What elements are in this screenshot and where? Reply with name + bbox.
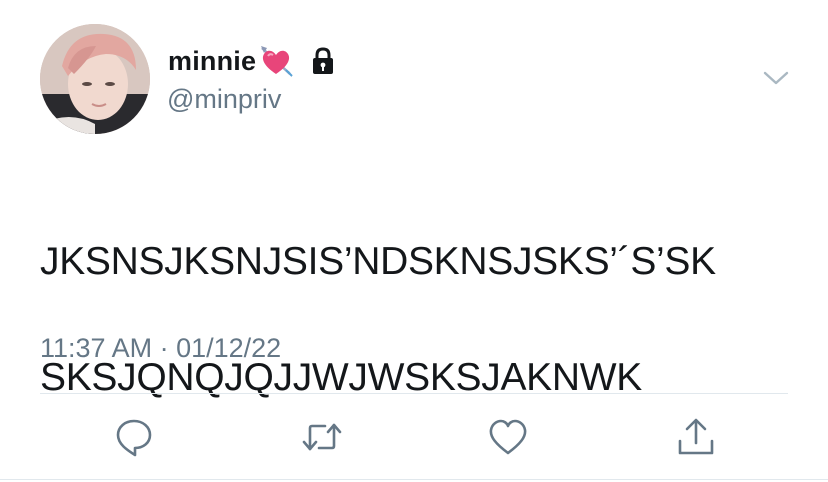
heart-with-arrow-icon [258, 44, 294, 78]
display-name[interactable]: minnie [168, 46, 256, 77]
lock-icon [308, 46, 338, 76]
avatar[interactable] [40, 24, 150, 134]
like-button[interactable] [486, 415, 530, 459]
retweet-button[interactable] [300, 415, 344, 459]
avatar-image [40, 24, 150, 134]
retweet-icon [302, 423, 342, 451]
bottom-divider [0, 479, 828, 480]
like-icon [489, 419, 527, 455]
share-icon [678, 418, 714, 455]
tweet-timestamp[interactable]: 11:37 AM · 01/12/22 [40, 333, 281, 364]
chevron-down-icon[interactable] [762, 66, 790, 90]
divider [40, 393, 788, 394]
reply-button[interactable] [112, 415, 156, 459]
share-button[interactable] [674, 415, 718, 459]
name-row: minnie [168, 42, 338, 80]
user-handle[interactable]: @minpriv [167, 84, 281, 115]
reply-icon [116, 419, 152, 457]
tweet-text-line: JKSNSJKSNJSIS’NDSKNSJSKS’´S’SK [40, 240, 716, 283]
action-bar [0, 415, 828, 459]
